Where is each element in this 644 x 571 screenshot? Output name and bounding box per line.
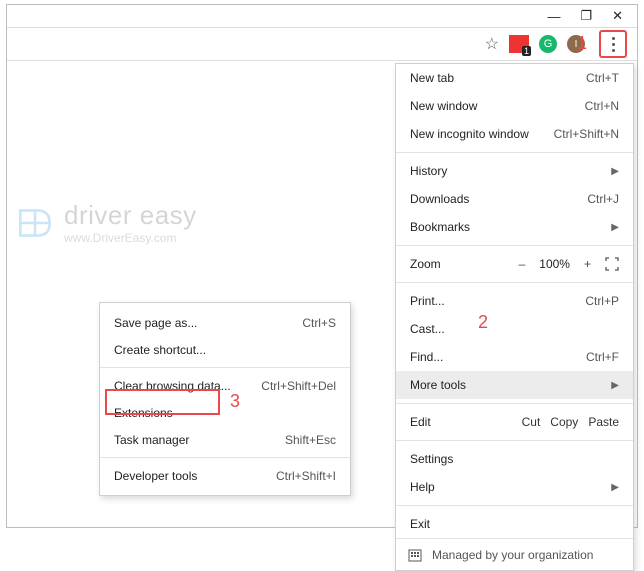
submenu-label: Extensions <box>114 406 173 420</box>
chevron-right-icon: ▶ <box>603 222 619 233</box>
menu-find[interactable]: Find... Ctrl+F <box>396 343 633 371</box>
chevron-right-icon: ▶ <box>603 482 619 493</box>
managed-label: Managed by your organization <box>432 548 593 562</box>
submenu-task-manager[interactable]: Task manager Shift+Esc <box>100 426 350 453</box>
menu-managed-footer[interactable]: Managed by your organization <box>396 538 633 570</box>
menu-label: New window <box>410 99 477 113</box>
menu-label: Print... <box>410 294 445 308</box>
drivereasy-logo-icon <box>14 202 56 244</box>
submenu-accel: Ctrl+Shift+I <box>276 469 336 483</box>
menu-settings[interactable]: Settings <box>396 445 633 473</box>
menu-separator <box>396 505 633 506</box>
kebab-menu-button[interactable] <box>599 30 627 58</box>
menu-accel: Ctrl+N <box>585 99 619 113</box>
extension-green-icon[interactable]: G <box>539 35 557 53</box>
menu-label: Exit <box>410 517 430 531</box>
submenu-separator <box>100 367 350 368</box>
menu-label: More tools <box>410 378 466 392</box>
menu-new-window[interactable]: New window Ctrl+N <box>396 92 633 120</box>
kebab-icon <box>612 37 615 52</box>
menu-label: Cast... <box>410 322 445 336</box>
annotation-2: 2 <box>478 312 488 333</box>
chevron-right-icon: ▶ <box>603 166 619 177</box>
menu-edit: Edit Cut Copy Paste <box>396 408 633 436</box>
menu-separator <box>396 440 633 441</box>
edit-cut-button[interactable]: Cut <box>522 415 541 429</box>
zoom-in-button[interactable]: + <box>584 257 591 271</box>
menu-more-tools[interactable]: More tools ▶ <box>396 371 633 399</box>
submenu-label: Task manager <box>114 433 189 447</box>
menu-label: Help <box>410 480 435 494</box>
menu-new-incognito[interactable]: New incognito window Ctrl+Shift+N <box>396 120 633 148</box>
menu-new-tab[interactable]: New tab Ctrl+T <box>396 64 633 92</box>
submenu-save-page-as[interactable]: Save page as... Ctrl+S <box>100 309 350 336</box>
menu-cast[interactable]: Cast... <box>396 315 633 343</box>
menu-history[interactable]: History ▶ <box>396 157 633 185</box>
menu-label: Find... <box>410 350 443 364</box>
watermark-url: www.DriverEasy.com <box>64 231 197 245</box>
edit-copy-button[interactable]: Copy <box>550 415 578 429</box>
watermark: driver easy www.DriverEasy.com <box>14 200 197 245</box>
zoom-out-button[interactable]: – <box>519 257 526 271</box>
menu-exit[interactable]: Exit <box>396 510 633 538</box>
maximize-button[interactable]: ❐ <box>580 8 592 24</box>
fullscreen-icon[interactable] <box>605 257 619 271</box>
bookmark-star-icon[interactable]: ☆ <box>485 34 499 54</box>
extension-badge: 1 <box>522 46 531 56</box>
menu-print[interactable]: Print... Ctrl+P <box>396 287 633 315</box>
edit-paste-button[interactable]: Paste <box>588 415 619 429</box>
menu-label: Settings <box>410 452 453 466</box>
submenu-accel: Shift+Esc <box>285 433 336 447</box>
submenu-label: Developer tools <box>114 469 197 483</box>
menu-accel: Ctrl+T <box>586 71 619 85</box>
organization-icon <box>408 548 422 562</box>
menu-accel: Ctrl+F <box>586 350 619 364</box>
submenu-clear-browsing-data[interactable]: Clear browsing data... Ctrl+Shift+Del <box>100 372 350 399</box>
submenu-accel: Ctrl+Shift+Del <box>261 379 336 393</box>
window-titlebar: — ❐ ✕ <box>7 5 637 27</box>
submenu-label: Create shortcut... <box>114 343 206 357</box>
extension-red-icon[interactable]: 1 <box>509 35 529 53</box>
submenu-label: Save page as... <box>114 316 197 330</box>
submenu-create-shortcut[interactable]: Create shortcut... <box>100 336 350 363</box>
more-tools-submenu: Save page as... Ctrl+S Create shortcut..… <box>99 302 351 496</box>
submenu-accel: Ctrl+S <box>302 316 336 330</box>
menu-downloads[interactable]: Downloads Ctrl+J <box>396 185 633 213</box>
menu-label: Edit <box>410 415 431 429</box>
menu-label: Downloads <box>410 192 469 206</box>
menu-separator <box>396 245 633 246</box>
menu-label: Bookmarks <box>410 220 470 234</box>
menu-label: History <box>410 164 447 178</box>
watermark-title: driver easy <box>64 200 197 231</box>
menu-label: Zoom <box>410 257 441 271</box>
menu-help[interactable]: Help ▶ <box>396 473 633 501</box>
menu-separator <box>396 282 633 283</box>
chevron-right-icon: ▶ <box>603 380 619 391</box>
submenu-separator <box>100 457 350 458</box>
minimize-button[interactable]: — <box>547 9 560 24</box>
submenu-label: Clear browsing data... <box>114 379 231 393</box>
menu-zoom: Zoom – 100% + <box>396 250 633 278</box>
menu-separator <box>396 152 633 153</box>
annotation-1: 1 <box>577 33 587 54</box>
menu-bookmarks[interactable]: Bookmarks ▶ <box>396 213 633 241</box>
menu-accel: Ctrl+Shift+N <box>554 127 619 141</box>
submenu-developer-tools[interactable]: Developer tools Ctrl+Shift+I <box>100 462 350 489</box>
menu-separator <box>396 403 633 404</box>
annotation-3: 3 <box>230 391 240 412</box>
submenu-extensions[interactable]: Extensions <box>100 399 350 426</box>
menu-accel: Ctrl+J <box>587 192 619 206</box>
close-button[interactable]: ✕ <box>612 8 623 24</box>
zoom-percentage: 100% <box>539 257 570 271</box>
menu-label: New incognito window <box>410 127 529 141</box>
main-menu: New tab Ctrl+T New window Ctrl+N New inc… <box>395 63 634 571</box>
browser-toolbar: ☆ 1 G I <box>7 27 637 61</box>
menu-label: New tab <box>410 71 454 85</box>
menu-accel: Ctrl+P <box>585 294 619 308</box>
